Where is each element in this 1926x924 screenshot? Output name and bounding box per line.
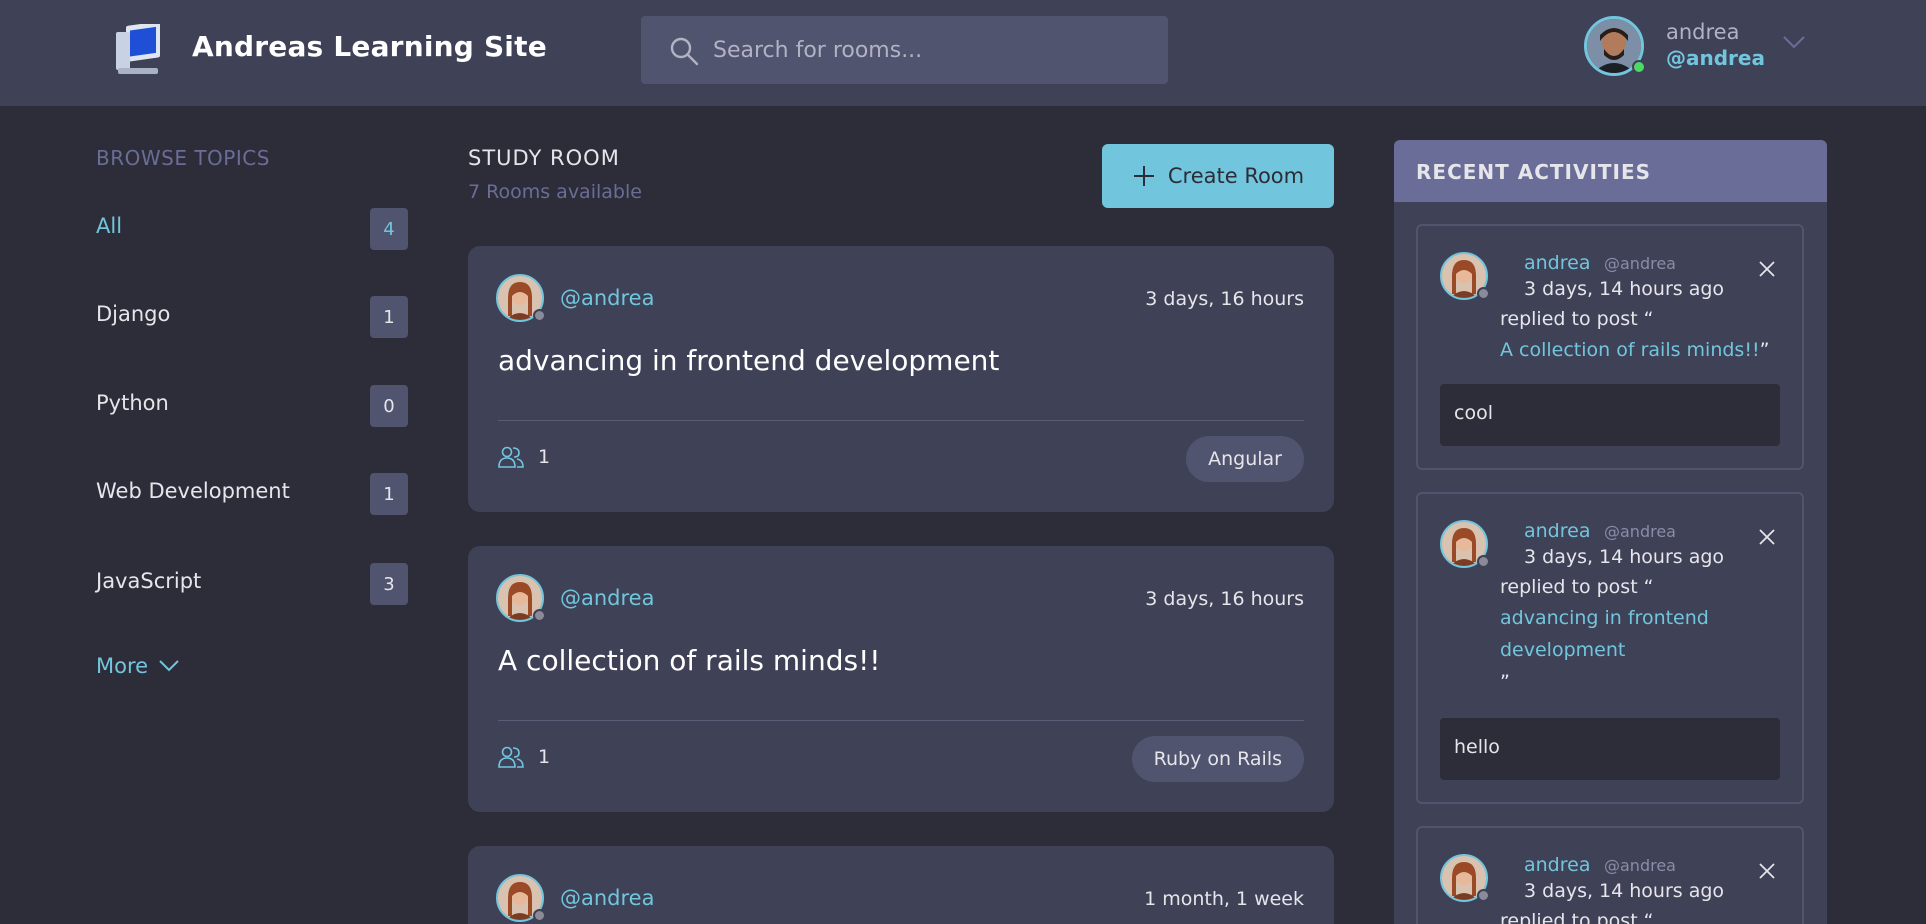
room-divider [498,720,1304,721]
chevron-down-icon [159,660,179,672]
activities-title: RECENT ACTIVITIES [1416,160,1652,184]
room-card[interactable]: @andrea 3 days, 16 hours A collection of… [468,546,1334,812]
topic-label: All [96,214,123,238]
room-time: 3 days, 16 hours [1145,588,1304,610]
room-divider [498,420,1304,421]
quote-mark: ” [1500,671,1510,693]
search-box[interactable] [641,16,1168,84]
topic-count-badge: 3 [370,563,408,605]
search-input[interactable] [713,16,1153,84]
rooms-available-count: 7 Rooms available [468,181,642,203]
close-icon[interactable] [1758,528,1776,550]
site-logo-icon[interactable] [112,21,166,76]
search-icon [670,37,699,66]
recent-activities-panel: RECENT ACTIVITIES andrea @andrea 3 days,… [1394,140,1827,924]
users-icon [498,746,524,768]
activities-header: RECENT ACTIVITIES [1394,140,1827,202]
topic-item-javascript[interactable]: JavaScript 3 [96,559,408,607]
topic-label: Web Development [96,479,290,503]
room-host-link[interactable]: @andrea [560,586,654,610]
activity-avatar[interactable] [1440,252,1490,300]
activity-card: andrea @andrea 3 days, 14 hours ago repl… [1416,492,1804,804]
topic-item-python[interactable]: Python 0 [96,381,408,429]
activity-action: replied to post “ [1500,910,1654,924]
activity-message: cool [1440,384,1780,446]
topic-count-badge: 4 [370,208,408,250]
activity-card: andrea @andrea 3 days, 14 hours ago repl… [1416,826,1804,924]
host-avatar[interactable] [496,274,546,322]
room-host-link[interactable]: @andrea [560,286,654,310]
more-topics-link[interactable]: More [96,654,180,678]
site-title[interactable]: Andreas Learning Site [192,30,547,63]
activity-action: replied to post “ [1500,308,1654,330]
activity-post-link[interactable]: advancing in frontend development [1500,602,1740,666]
participant-count: 1 [538,746,551,768]
host-avatar[interactable] [496,574,546,622]
quote-mark: ” [1759,339,1770,361]
room-title-link[interactable]: A collection of rails minds!! [498,644,881,677]
topic-label: Python [96,391,169,415]
participant-count: 1 [538,446,551,468]
more-label: More [96,654,149,678]
activity-user-handle: @andrea [1604,254,1676,273]
host-avatar[interactable] [496,874,546,922]
activity-user-handle: @andrea [1604,522,1676,541]
chevron-down-icon[interactable] [1782,34,1806,53]
room-card[interactable]: @andrea 3 days, 16 hours advancing in fr… [468,246,1334,512]
room-time: 3 days, 16 hours [1145,288,1304,310]
topic-count-badge: 1 [370,296,408,338]
room-time: 1 month, 1 week [1144,888,1304,910]
user-name: andrea [1666,20,1740,44]
users-icon [498,446,524,468]
activity-user-name[interactable]: andrea [1524,252,1590,274]
create-room-button[interactable]: Create Room [1102,144,1334,208]
topic-item-web-development[interactable]: Web Development 1 [96,469,408,517]
activity-user-handle: @andrea [1604,856,1676,875]
activity-post-wrap: A collection of rails minds!!” [1500,334,1780,366]
offline-status-dot [533,309,546,322]
activity-time: 3 days, 14 hours ago [1524,880,1725,902]
activity-message: hello [1440,718,1780,780]
topic-label: Django [96,302,171,326]
room-card[interactable]: @andrea 1 month, 1 week [468,846,1334,924]
room-topic-tag[interactable]: Ruby on Rails [1131,736,1304,782]
activity-user-name[interactable]: andrea [1524,854,1590,876]
offline-status-dot [1477,287,1490,300]
room-participants: 1 [498,446,550,468]
activity-action: replied to post “ [1500,576,1654,598]
offline-status-dot [1477,889,1490,902]
room-title-link[interactable]: advancing in frontend development [498,344,999,377]
study-room-heading: STUDY ROOM [468,146,620,170]
user-handle: @andrea [1666,46,1765,70]
topic-count-badge: 1 [370,473,408,515]
close-icon[interactable] [1758,862,1776,884]
topic-item-all[interactable]: All 4 [96,204,408,252]
close-icon[interactable] [1758,260,1776,282]
activity-user-name[interactable]: andrea [1524,520,1590,542]
plus-icon [1133,166,1154,186]
room-participants: 1 [498,746,550,768]
user-avatar[interactable] [1584,16,1646,76]
offline-status-dot [533,909,546,922]
activity-time: 3 days, 14 hours ago [1524,546,1725,568]
top-header: Andreas Learning Site andrea @andrea [0,0,1926,106]
online-status-dot [1632,60,1646,74]
room-topic-tag[interactable]: Angular [1186,436,1304,482]
activity-time: 3 days, 14 hours ago [1524,278,1725,300]
activity-post-wrap: advancing in frontend development ” [1500,602,1740,698]
offline-status-dot [1477,555,1490,568]
offline-status-dot [533,609,546,622]
activity-post-link[interactable]: A collection of rails minds!! [1500,339,1760,361]
activity-avatar[interactable] [1440,520,1490,568]
activity-card: andrea @andrea 3 days, 14 hours ago repl… [1416,224,1804,470]
activity-avatar[interactable] [1440,854,1490,902]
room-host-link[interactable]: @andrea [560,886,654,910]
topic-count-badge: 0 [370,385,408,427]
topic-label: JavaScript [96,569,202,593]
browse-topics-heading: BROWSE TOPICS [96,146,270,170]
topic-item-django[interactable]: Django 1 [96,292,408,340]
create-room-label: Create Room [1167,164,1305,188]
